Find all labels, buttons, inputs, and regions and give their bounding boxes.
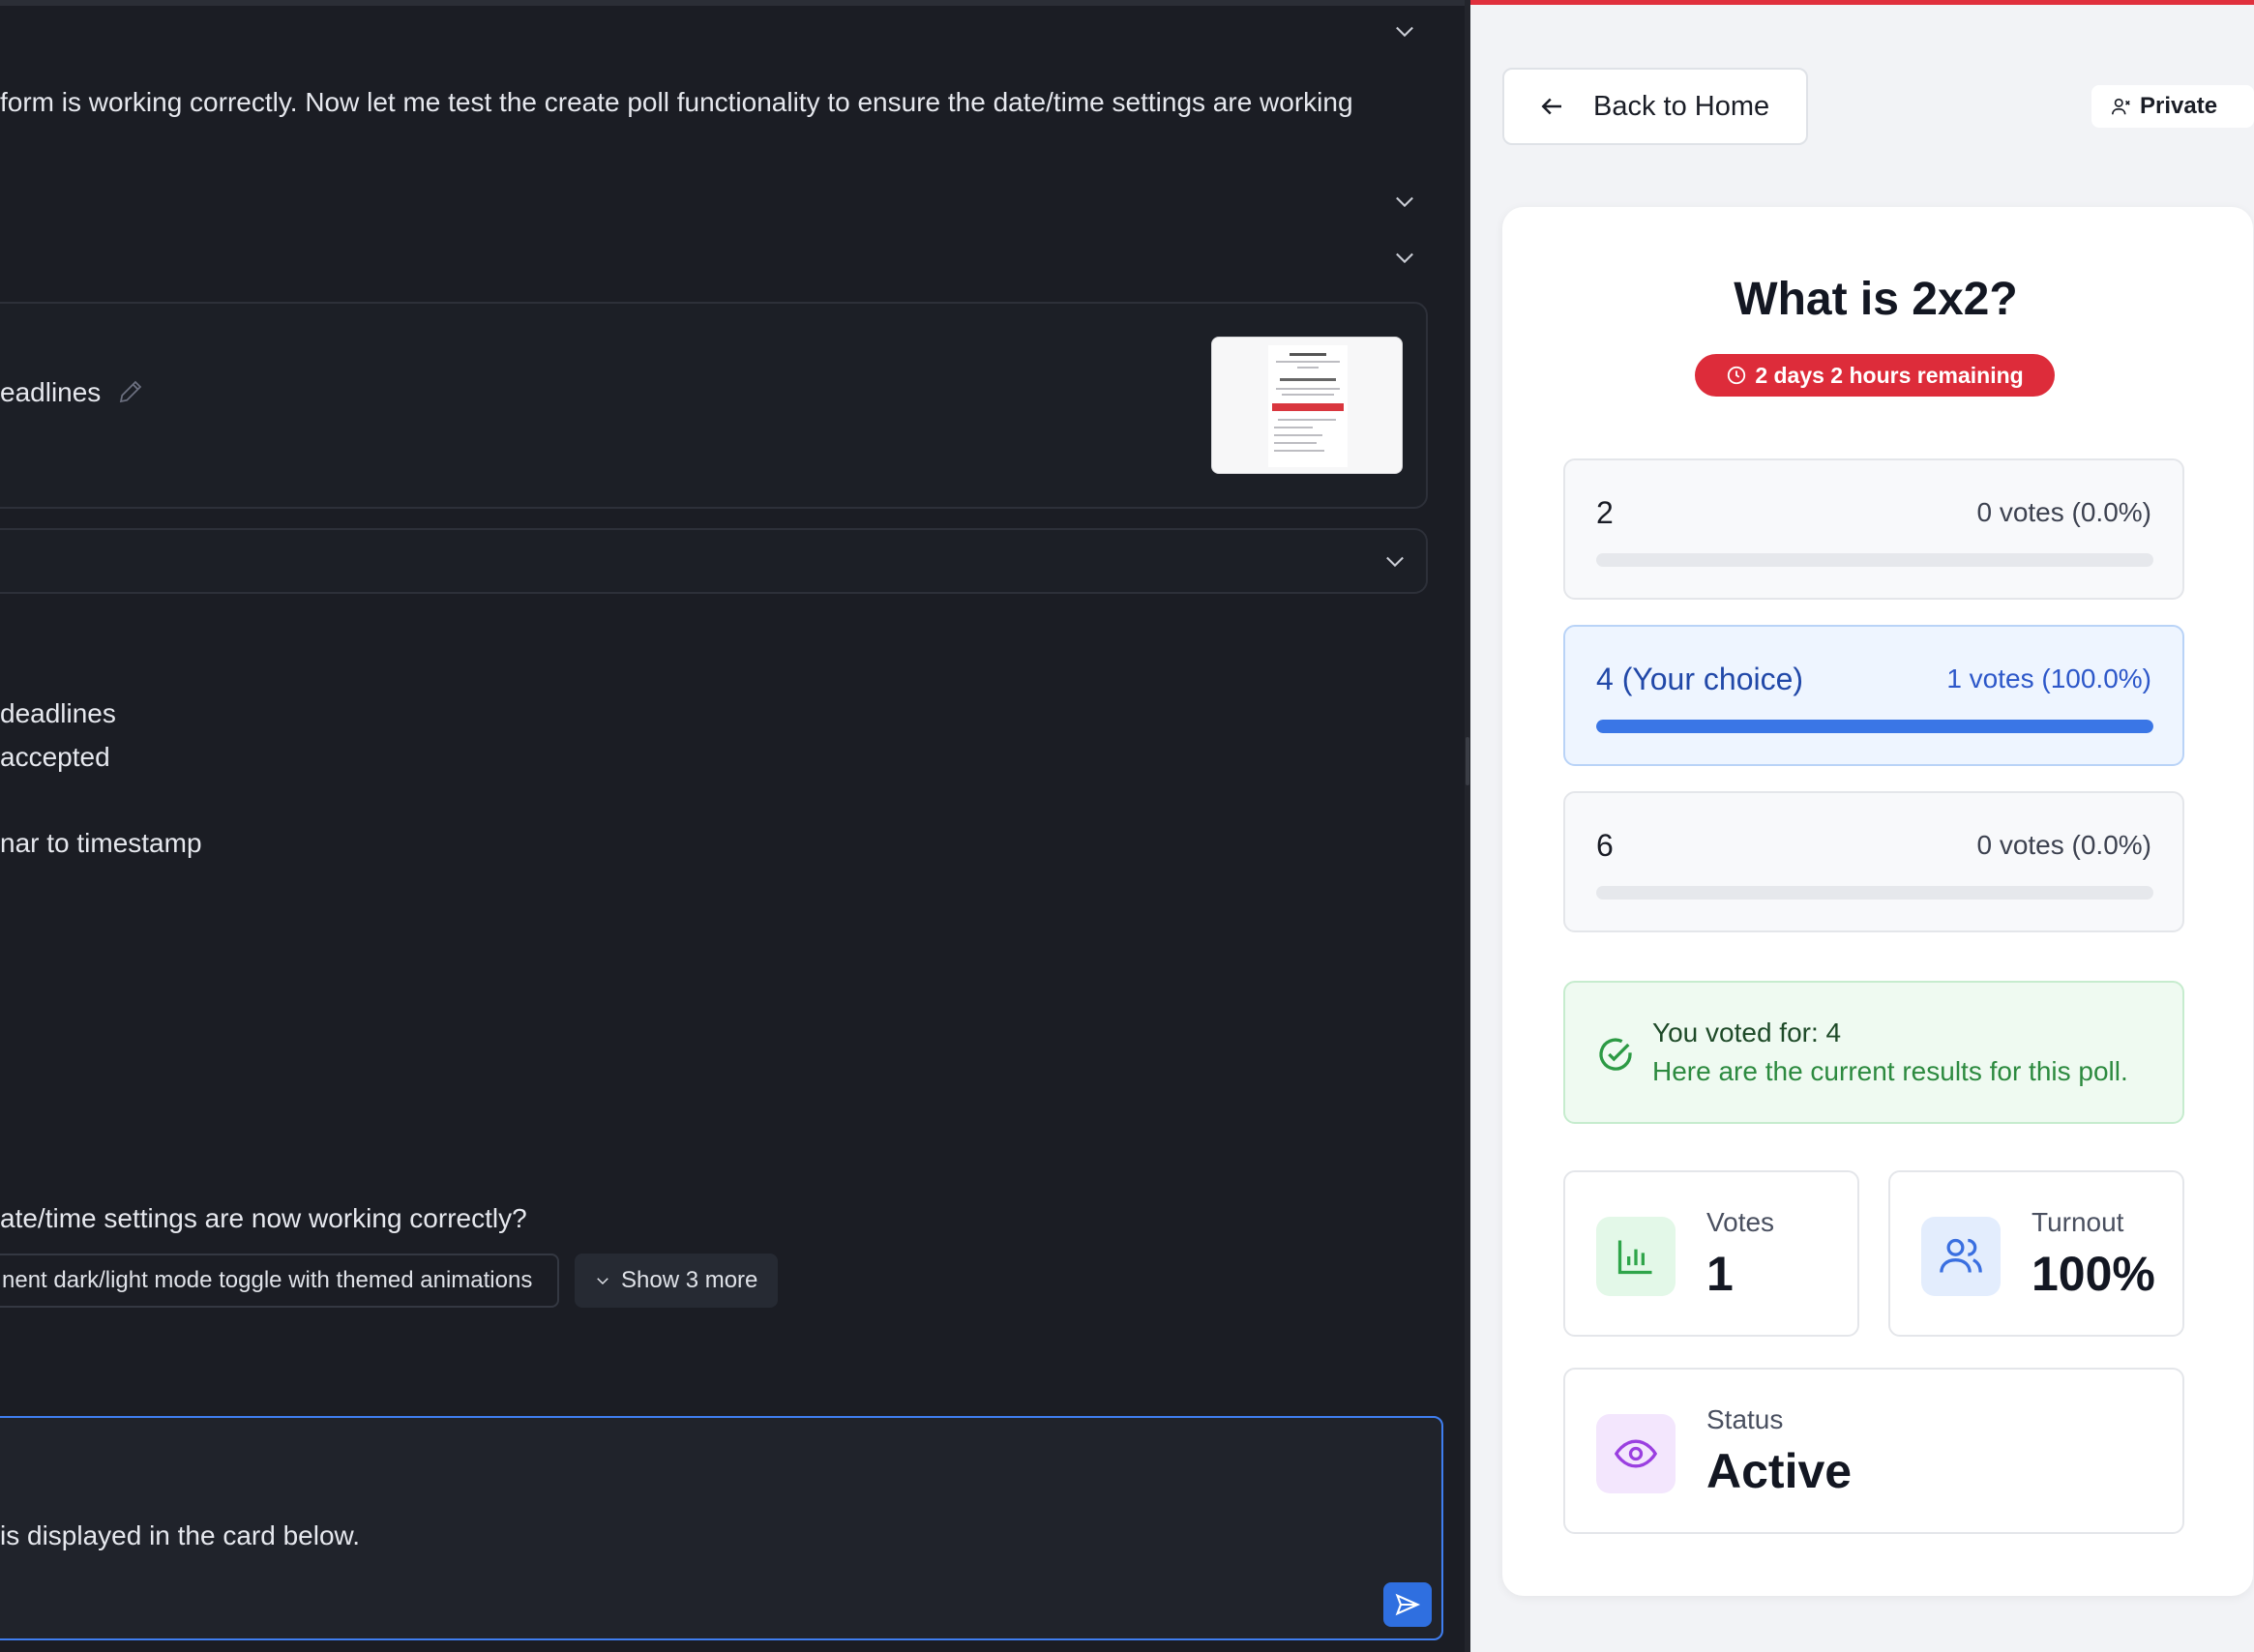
option-votes: 1 votes (100.0%) xyxy=(1946,664,2151,693)
message-bullet: deadlines xyxy=(0,698,116,728)
assistant-message-line: form is working correctly. Now let me te… xyxy=(0,87,1353,117)
option-progress-track xyxy=(1596,720,2153,733)
attachment-title: eadlines xyxy=(0,377,102,407)
collapsed-section[interactable] xyxy=(0,528,1428,594)
status-label: Status xyxy=(1706,1404,1784,1434)
voted-note-text: Here are the current results for this po… xyxy=(1652,1056,2128,1086)
app-preview: Back to Home Private What is 2x2? 2 days… xyxy=(1470,0,2254,1652)
votes-stat-card: Votes 1 xyxy=(1563,1170,1859,1337)
pencil-icon[interactable] xyxy=(116,377,145,406)
chevron-down-icon[interactable] xyxy=(1391,244,1418,271)
chat-input-text[interactable]: is displayed in the card below. xyxy=(0,1519,360,1553)
option-votes: 0 votes (0.0%) xyxy=(1976,497,2151,527)
turnout-value: 100% xyxy=(2032,1247,2155,1301)
show-more-label: Show 3 more xyxy=(621,1267,758,1293)
voted-for-text: You voted for: 4 xyxy=(1652,1018,1842,1047)
option-progress-fill xyxy=(1596,720,2153,733)
users-icon xyxy=(1921,1217,2001,1296)
time-remaining-badge: 2 days 2 hours remaining xyxy=(1695,354,2055,397)
chevron-down-icon[interactable] xyxy=(1391,17,1418,44)
option-label: 2 xyxy=(1596,495,1614,530)
poll-option-selected: 4 (Your choice) 1 votes (100.0%) xyxy=(1563,625,2184,766)
show-more-button[interactable]: Show 3 more xyxy=(575,1254,778,1308)
send-icon xyxy=(1395,1593,1421,1616)
votes-value: 1 xyxy=(1706,1247,1734,1301)
clock-icon xyxy=(1728,366,1746,385)
turnout-stat-card: Turnout 100% xyxy=(1888,1170,2184,1337)
suggestion-chip[interactable]: nent dark/light mode toggle with themed … xyxy=(0,1254,559,1308)
option-label: 4 (Your choice) xyxy=(1596,662,1804,696)
private-badge: Private xyxy=(2091,85,2254,128)
eye-icon xyxy=(1596,1414,1676,1493)
option-label: 6 xyxy=(1596,828,1614,863)
chevron-down-icon[interactable] xyxy=(1381,547,1409,575)
votes-label: Votes xyxy=(1706,1207,1775,1237)
back-to-home-button[interactable]: Back to Home xyxy=(1502,68,1808,145)
user-lock-icon xyxy=(2112,98,2130,115)
status-stat-card: Status Active xyxy=(1563,1368,2184,1534)
chat-panel: form is working correctly. Now let me te… xyxy=(0,0,1465,1652)
voted-confirmation: You voted for: 4 Here are the current re… xyxy=(1563,981,2184,1124)
poll-title: What is 2x2? xyxy=(1734,274,2018,325)
turnout-label: Turnout xyxy=(2032,1207,2124,1237)
chevron-down-icon[interactable] xyxy=(1391,188,1418,215)
arrow-left-icon xyxy=(1541,98,1561,115)
private-label: Private xyxy=(2140,93,2218,119)
chevron-down-icon xyxy=(597,1278,608,1285)
time-remaining-text: 2 days 2 hours remaining xyxy=(1755,362,2024,388)
option-progress-track xyxy=(1596,886,2153,900)
message-bullet: nar to timestamp xyxy=(0,828,202,858)
bar-chart-icon xyxy=(1596,1217,1676,1296)
poll-option: 6 0 votes (0.0%) xyxy=(1563,791,2184,932)
assistant-question: ate/time settings are now working correc… xyxy=(0,1203,527,1233)
top-divider xyxy=(0,0,1465,6)
screenshot-thumbnail[interactable] xyxy=(1211,337,1403,474)
option-votes: 0 votes (0.0%) xyxy=(1976,830,2151,860)
send-button[interactable] xyxy=(1383,1582,1432,1627)
check-circle-icon xyxy=(1599,1038,1632,1071)
poll-option: 2 0 votes (0.0%) xyxy=(1563,458,2184,600)
resize-handle[interactable] xyxy=(1466,737,1469,785)
thumbnail-page xyxy=(1268,345,1348,467)
top-accent-bar xyxy=(1470,0,2254,5)
status-value: Active xyxy=(1706,1444,1853,1498)
message-bullet: accepted xyxy=(0,742,110,772)
back-label: Back to Home xyxy=(1593,90,1770,122)
option-progress-track xyxy=(1596,553,2153,567)
